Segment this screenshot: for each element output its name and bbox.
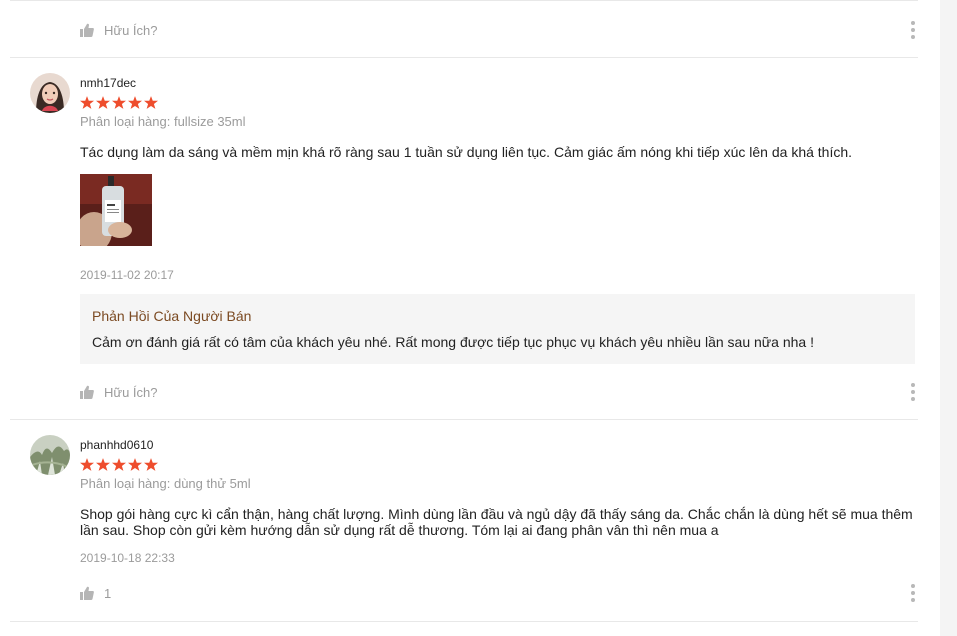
more-vertical-icon[interactable] bbox=[910, 584, 916, 602]
divider bbox=[10, 57, 918, 58]
scrollbar[interactable] bbox=[940, 0, 957, 636]
seller-reply-title: Phản Hồi Của Người Bán bbox=[92, 308, 252, 324]
star-icon bbox=[128, 458, 142, 471]
reviewer-username[interactable]: nmh17dec bbox=[80, 76, 136, 90]
review-content: Shop gói hàng cực kì cẩn thận, hàng chất… bbox=[80, 506, 913, 538]
star-icon bbox=[112, 96, 126, 109]
helpful-row: 1 bbox=[80, 582, 920, 604]
seller-reply-text: Cảm ơn đánh giá rất có tâm của khách yêu… bbox=[92, 334, 814, 350]
review-content: Tác dụng làm da sáng và mềm mịn khá rõ r… bbox=[80, 144, 853, 160]
avatar[interactable] bbox=[30, 73, 70, 113]
variation-label: Phân loại hàng: fullsize 35ml bbox=[80, 114, 246, 129]
helpful-label[interactable]: Hữu Ích? bbox=[104, 23, 158, 38]
thumbs-up-icon[interactable] bbox=[80, 23, 94, 37]
star-icon bbox=[144, 96, 158, 109]
star-icon bbox=[144, 458, 158, 471]
helpful-row: Hữu Ích? bbox=[80, 19, 920, 41]
review-list: Hữu Ích? nmh17dec Phân loại hàng: fullsi… bbox=[0, 0, 940, 636]
star-icon bbox=[96, 96, 110, 109]
divider bbox=[10, 0, 918, 1]
rating-stars bbox=[80, 458, 158, 471]
avatar[interactable] bbox=[30, 435, 70, 475]
star-icon bbox=[112, 458, 126, 471]
review-timestamp: 2019-11-02 20:17 bbox=[80, 268, 174, 282]
more-vertical-icon[interactable] bbox=[910, 21, 916, 39]
reviewer-username[interactable]: phanhhd0610 bbox=[80, 438, 153, 452]
variation-label: Phân loại hàng: dùng thử 5ml bbox=[80, 476, 251, 491]
rating-stars bbox=[80, 96, 158, 109]
more-vertical-icon[interactable] bbox=[910, 383, 916, 401]
helpful-row: Hữu Ích? bbox=[80, 381, 920, 403]
thumbs-up-icon[interactable] bbox=[80, 586, 94, 600]
review-photo[interactable] bbox=[80, 174, 152, 246]
star-icon bbox=[80, 96, 94, 109]
divider bbox=[10, 419, 918, 420]
star-icon bbox=[96, 458, 110, 471]
thumbs-up-icon[interactable] bbox=[80, 385, 94, 399]
helpful-count[interactable]: 1 bbox=[104, 586, 111, 601]
helpful-label[interactable]: Hữu Ích? bbox=[104, 385, 158, 400]
seller-reply: Phản Hồi Của Người Bán Cảm ơn đánh giá r… bbox=[80, 294, 915, 364]
divider bbox=[10, 621, 918, 622]
star-icon bbox=[128, 96, 142, 109]
star-icon bbox=[80, 458, 94, 471]
review-timestamp: 2019-10-18 22:33 bbox=[80, 551, 175, 565]
